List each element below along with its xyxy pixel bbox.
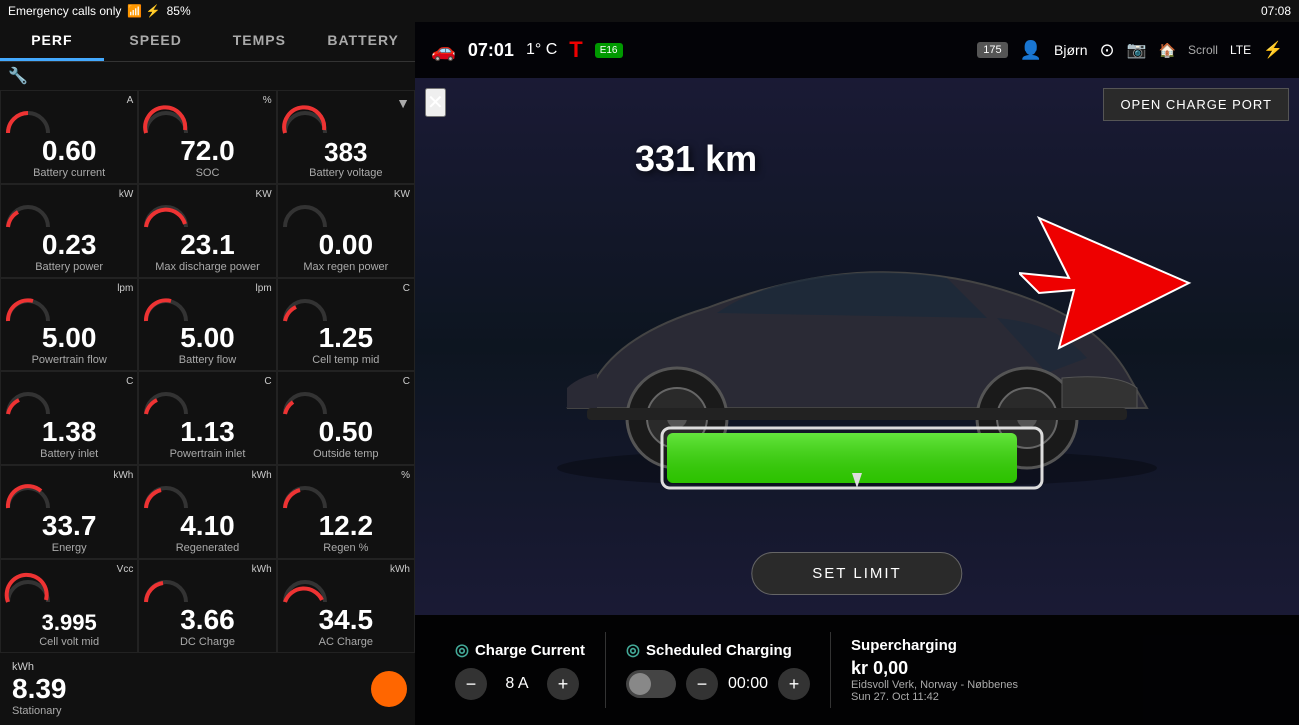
tab-battery[interactable]: BATTERY (311, 22, 415, 61)
supercharging-section: Supercharging kr 0,00 Eidsvoll Verk, Nor… (831, 629, 1038, 711)
stationary-unit: kWh (12, 661, 34, 673)
metric-cell-volt: Vcc 3.995 Cell volt mid (0, 559, 138, 653)
tab-perf[interactable]: PERF (0, 22, 104, 61)
home-icon: 🏠 (1159, 42, 1176, 59)
supercharging-date: Sun 27. Oct 11:42 (851, 691, 1018, 703)
metric-dc-charge: kWh 3.66 DC Charge (138, 559, 276, 653)
metric-powertrain-flow: lpm 5.00 Powertrain flow (0, 278, 138, 372)
lte-label: LTE (1230, 43, 1251, 57)
status-icons: 📶 ⚡ (127, 4, 160, 18)
battery-status: 85% (167, 4, 191, 18)
bluetooth-icon: ⚡ (1263, 40, 1283, 60)
status-bar: Emergency calls only 📶 ⚡ 85% 07:08 (0, 0, 1299, 22)
bottom-controls: ◎ Charge Current − 8 A + ◎ Scheduled Cha… (415, 615, 1299, 725)
range-badge: 175 (977, 42, 1007, 58)
toggle-knob (629, 673, 651, 695)
metric-powertrain-inlet: C 1.13 Powertrain inlet (138, 371, 276, 465)
car-icon: 🚗 (431, 38, 456, 63)
bottom-row: kWh 8.39 Stationary (0, 653, 415, 725)
dropdown-arrow-icon[interactable]: ▼ (396, 95, 410, 111)
charge-current-section: ◎ Charge Current − 8 A + (435, 632, 606, 708)
tab-speed[interactable]: SPEED (104, 22, 208, 61)
left-panel: PERF SPEED TEMPS BATTERY 🔧 A 0.60 Batter… (0, 22, 415, 725)
camera-icon: 📷 (1127, 40, 1147, 60)
metric-cell-temp: C 1.25 Cell temp mid (277, 278, 415, 372)
tabs-bar: PERF SPEED TEMPS BATTERY (0, 22, 415, 62)
metric-max-regen: KW 0.00 Max regen power (277, 184, 415, 278)
tab-temps[interactable]: TEMPS (208, 22, 312, 61)
metric-regen-percent: % 12.2 Regen % (277, 465, 415, 559)
circle-icon: ⊙ (1099, 40, 1114, 61)
charge-current-icon: ◎ (455, 640, 469, 660)
scheduled-charging-section: ◎ Scheduled Charging − 00:00 + (606, 632, 831, 708)
scheduled-charging-controls: − 00:00 + (626, 668, 810, 700)
metric-battery-power: kW 0.23 Battery power (0, 184, 138, 278)
close-button[interactable]: ✕ (425, 88, 446, 117)
metric-battery-flow: lpm 5.00 Battery flow (138, 278, 276, 372)
scheduled-icon: ◎ (626, 640, 640, 660)
open-charge-port-button[interactable]: OPEN CHARGE PORT (1103, 88, 1289, 121)
charge-current-controls: − 8 A + (455, 668, 585, 700)
emergency-text: Emergency calls only (8, 4, 121, 18)
charge-current-value: 8 A (497, 675, 537, 693)
scheduled-toggle[interactable] (626, 670, 676, 698)
metric-battery-voltage: ▼ 383 Battery voltage (277, 90, 415, 184)
scheduled-time-value: 00:00 (728, 675, 768, 693)
metrics-grid: A 0.60 Battery current % 72.0 SOC ▼ (0, 90, 415, 653)
e16-badge: E16 (595, 43, 623, 58)
supercharging-title: Supercharging (851, 637, 1018, 654)
tesla-header: 🚗 07:01 1° C T E16 175 👤 Bjørn ⊙ 📷 🏠 Scr… (415, 22, 1299, 78)
scheduled-charging-title: ◎ Scheduled Charging (626, 640, 810, 660)
right-panel: 🚗 07:01 1° C T E16 175 👤 Bjørn ⊙ 📷 🏠 Scr… (415, 22, 1299, 725)
range-label: 331 km (635, 138, 757, 180)
header-time: 07:01 (468, 40, 514, 61)
user-name: Bjørn (1054, 42, 1087, 58)
car-view: ✕ OPEN CHARGE PORT 331 km (415, 78, 1299, 615)
stationary-label: Stationary (12, 705, 62, 717)
scroll-label: Scroll (1188, 43, 1218, 57)
red-arrow-indicator (1019, 208, 1199, 363)
header-temp: 1° C (526, 41, 557, 59)
charge-current-plus[interactable]: + (547, 668, 579, 700)
metric-max-discharge: KW 23.1 Max discharge power (138, 184, 276, 278)
metric-battery-inlet: C 1.38 Battery inlet (0, 371, 138, 465)
metric-outside-temp: C 0.50 Outside temp (277, 371, 415, 465)
metric-regenerated: kWh 4.10 Regenerated (138, 465, 276, 559)
supercharging-location: Eidsvoll Verk, Norway - Nøbbenes (851, 679, 1018, 691)
main-layout: PERF SPEED TEMPS BATTERY 🔧 A 0.60 Batter… (0, 22, 1299, 725)
tesla-logo: T (569, 37, 582, 63)
orange-dot (371, 671, 407, 707)
wrench-icon: 🔧 (0, 62, 415, 90)
metric-battery-current: A 0.60 Battery current (0, 90, 138, 184)
charge-current-title: ◎ Charge Current (455, 640, 585, 660)
set-limit-button[interactable]: SET LIMIT (751, 552, 962, 595)
charge-current-minus[interactable]: − (455, 668, 487, 700)
metric-ac-charge: kWh 34.5 AC Charge (277, 559, 415, 653)
user-icon: 👤 (1020, 40, 1042, 61)
supercharging-price: kr 0,00 (851, 658, 1018, 679)
scheduled-plus[interactable]: + (778, 668, 810, 700)
stationary-value: 8.39 (12, 673, 67, 705)
metric-energy: kWh 33.7 Energy (0, 465, 138, 559)
metric-soc: % 72.0 SOC (138, 90, 276, 184)
scheduled-minus[interactable]: − (686, 668, 718, 700)
status-time: 07:08 (1261, 4, 1291, 18)
